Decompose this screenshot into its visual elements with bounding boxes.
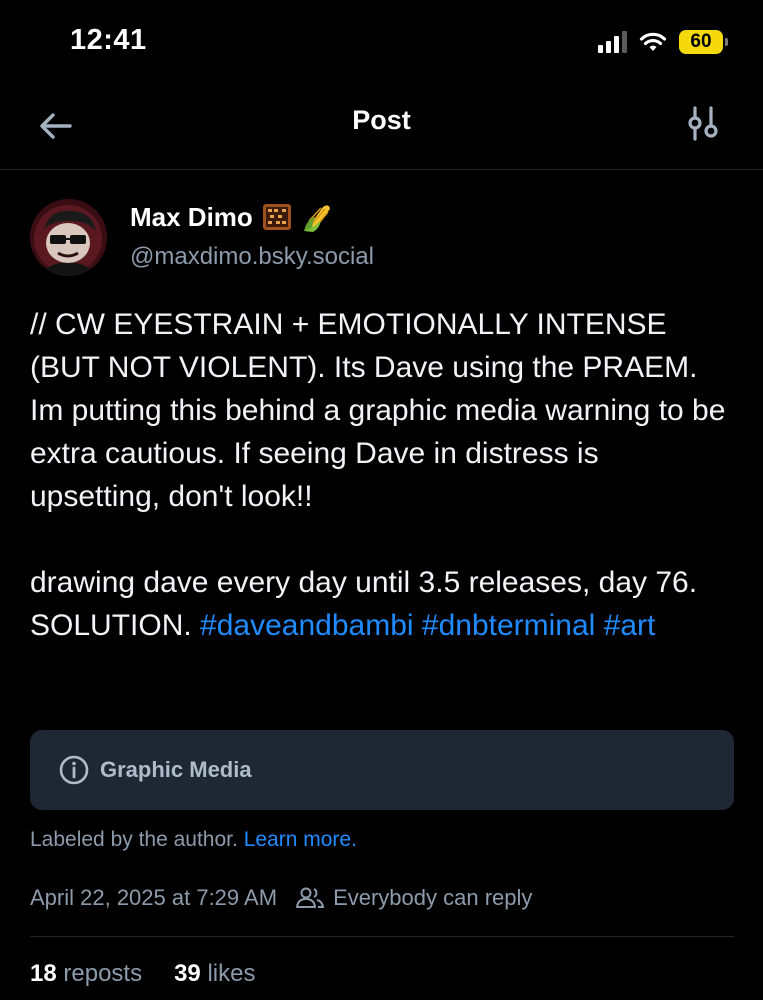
author-name-text: Max Dimo [130,201,253,232]
post-paragraph: drawing dave every day until 3.5 release… [30,561,735,647]
likes-stat[interactable]: 39 likes [174,960,255,988]
avatar[interactable] [30,199,107,276]
reposts-label: reposts [63,960,143,987]
reposts-count: 18 [30,960,57,987]
reply-setting-label: Everybody can reply [333,885,533,910]
avatar-image [30,199,107,276]
author-handle[interactable]: @maxdimo.bsky.social [130,243,374,271]
status-icons: 60 [598,28,728,56]
label-note-text: Labeled by the author. [30,828,238,851]
battery-level: 60 [690,31,712,52]
people-icon [296,887,325,908]
post-body: // CW EYESTRAIN + EMOTIONALLY INTENSE (B… [30,303,735,647]
thread-settings-button[interactable] [685,104,721,144]
divider [30,936,734,937]
content-warning-label: Graphic Media [100,757,252,782]
post-meta: April 22, 2025 at 7:29 AM Everybody can … [30,885,532,911]
screen: 12:41 60 Post Max Dimo @maxdimo.bsky.soc… [0,0,763,1000]
reposts-stat[interactable]: 18 reposts [30,960,142,988]
hashtag-link[interactable]: #art [604,609,656,642]
reply-setting[interactable]: Everybody can reply [295,885,532,911]
hashtag-link[interactable]: #daveandbambi [200,609,414,642]
likes-label: likes [207,960,256,987]
content-warning-card[interactable]: Graphic Media [30,730,734,810]
corn-emoji-icon [303,205,330,232]
hashtag-link[interactable]: #dnbterminal [422,609,595,642]
battery-indicator: 60 [679,30,728,54]
wifi-icon [639,32,667,51]
likes-count: 39 [174,960,201,987]
post-paragraph: // CW EYESTRAIN + EMOTIONALLY INTENSE (B… [30,308,726,513]
post-timestamp: April 22, 2025 at 7:29 AM [30,885,278,910]
abacus-emoji-icon [262,204,291,230]
status-bar: 12:41 60 [0,0,763,84]
sliders-icon [688,106,718,141]
post-stats: 18 reposts 39 likes [30,960,255,988]
status-time: 12:41 [70,24,147,56]
learn-more-link[interactable]: Learn more. [244,828,357,851]
author-display-name[interactable]: Max Dimo [130,201,333,233]
info-circle-icon [59,755,89,785]
page-title: Post [352,105,411,135]
post-header: Post [0,84,763,170]
cellular-signal-icon [598,31,627,53]
label-note: Labeled by the author. Learn more. [30,828,357,852]
